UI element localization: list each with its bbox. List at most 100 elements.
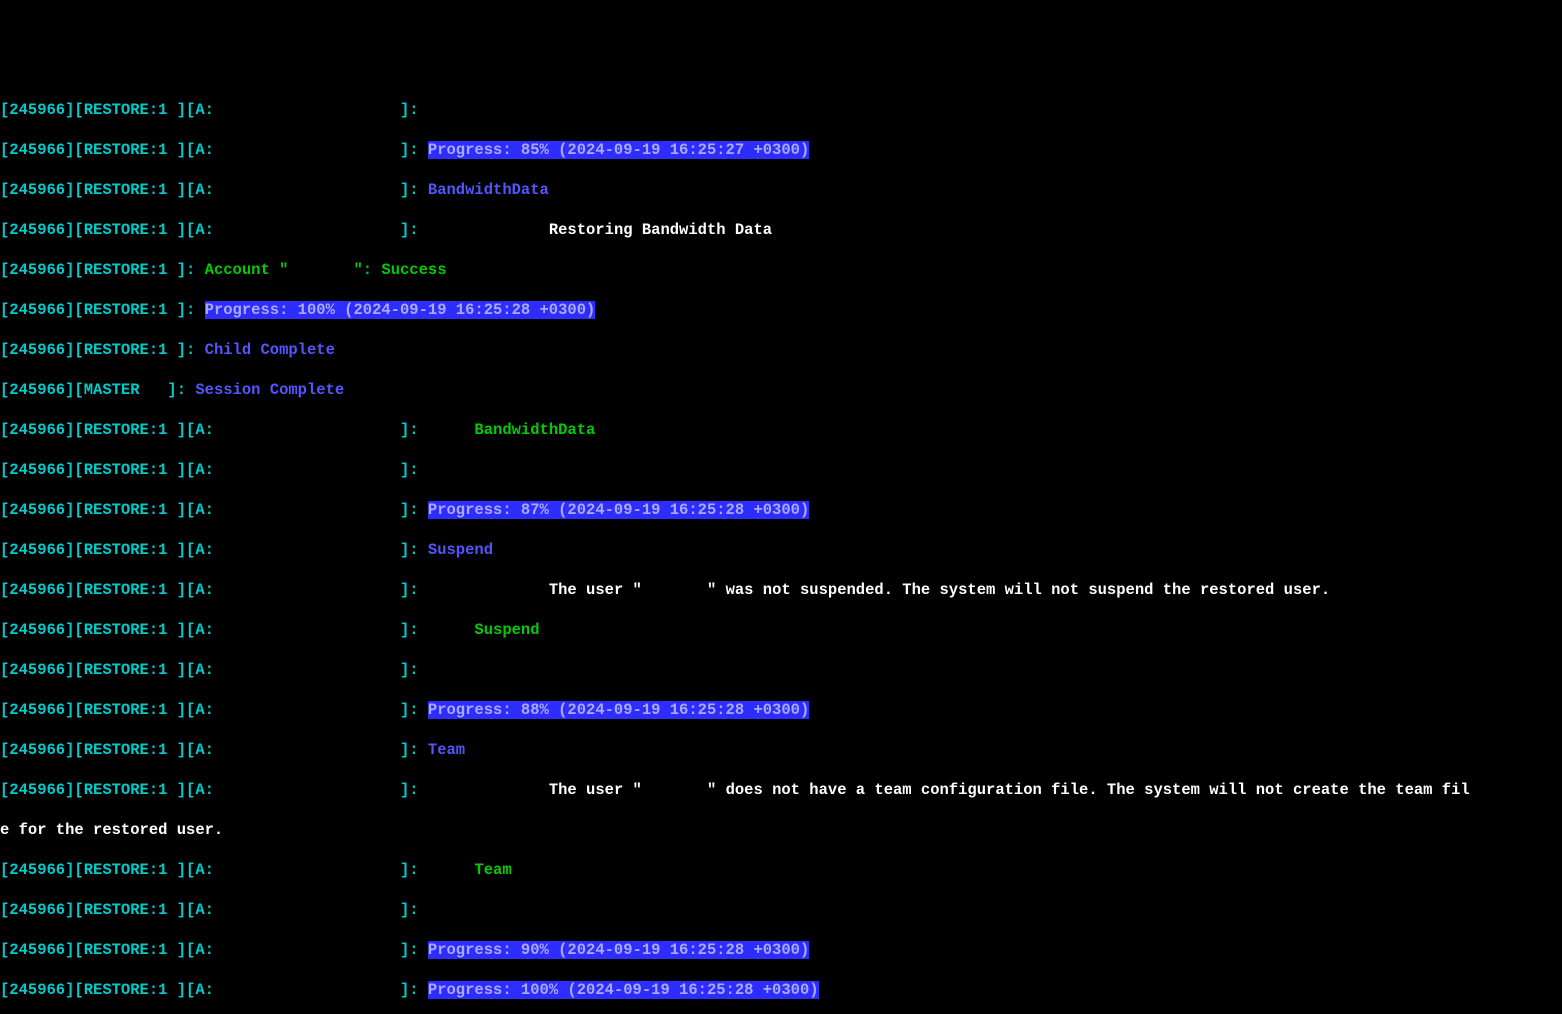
restore-tag: [RESTORE:1 ]: [74, 861, 186, 879]
account-bracket: [A: ]: [186, 941, 409, 959]
log-line: [245966][RESTORE:1 ][A: ]: BandwidthData: [0, 420, 1562, 440]
pid-tag: [245966]: [0, 141, 74, 159]
account-bracket: [A: ]: [186, 701, 409, 719]
restore-tag: [RESTORE:1 ]: [74, 621, 186, 639]
restore-tag: [RESTORE:1 ]: [74, 581, 186, 599]
log-line: [245966][RESTORE:1 ][A: ]: Restoring Ban…: [0, 220, 1562, 240]
log-line: [245966][RESTORE:1 ][A: ]: Team: [0, 860, 1562, 880]
log-line: [245966][RESTORE:1 ][A: ]: The user " " …: [0, 580, 1562, 600]
log-line: [245966][RESTORE:1 ]: Child Complete: [0, 340, 1562, 360]
log-line: [245966][RESTORE:1 ][A: ]:: [0, 900, 1562, 920]
colon: :: [186, 301, 205, 319]
suspend-message-post: " was not suspended. The system will not…: [707, 581, 1330, 599]
account-success-pre: Account ": [205, 261, 289, 279]
pid-tag: [245966]: [0, 981, 74, 999]
restore-tag: [RESTORE:1 ]: [74, 301, 186, 319]
account-success-post: ": Success: [354, 261, 447, 279]
progress-text: Progress: 88% (2024-09-19 16:25:28 +0300…: [428, 701, 809, 719]
log-line: [245966][RESTORE:1 ][A: ]:: [0, 100, 1562, 120]
account-bracket: [A: ]: [186, 101, 409, 119]
colon: :: [186, 341, 205, 359]
pid-tag: [245966]: [0, 781, 74, 799]
stage-label: Suspend: [428, 541, 493, 559]
pid-tag: [245966]: [0, 701, 74, 719]
colon: :: [409, 461, 428, 479]
pid-tag: [245966]: [0, 661, 74, 679]
restore-tag: [RESTORE:1 ]: [74, 461, 186, 479]
pid-tag: [245966]: [0, 461, 74, 479]
colon: :: [409, 581, 428, 599]
pid-tag: [245966]: [0, 421, 74, 439]
log-line: [245966][RESTORE:1 ][A: ]:: [0, 460, 1562, 480]
account-bracket: [A: ]: [186, 741, 409, 759]
colon: :: [409, 781, 428, 799]
log-line: [245966][RESTORE:1 ]: Progress: 100% (20…: [0, 300, 1562, 320]
colon: :: [409, 141, 428, 159]
colon: :: [409, 861, 428, 879]
colon: :: [177, 381, 196, 399]
restore-tag: [RESTORE:1 ]: [74, 141, 186, 159]
pid-tag: [245966]: [0, 741, 74, 759]
pid-tag: [245966]: [0, 901, 74, 919]
pid-tag: [245966]: [0, 941, 74, 959]
restore-tag: [RESTORE:1 ]: [74, 541, 186, 559]
log-line: [245966][RESTORE:1 ][A: ]: Suspend: [0, 540, 1562, 560]
restore-tag: [RESTORE:1 ]: [74, 701, 186, 719]
account-bracket: [A: ]: [186, 661, 409, 679]
colon: :: [409, 541, 428, 559]
redacted-user: [642, 581, 707, 599]
pid-tag: [245966]: [0, 301, 74, 319]
log-line: [245966][RESTORE:1 ][A: ]: Progress: 88%…: [0, 700, 1562, 720]
account-bracket: [A: ]: [186, 981, 409, 999]
account-bracket: [A: ]: [186, 501, 409, 519]
log-line: [245966][RESTORE:1 ][A: ]: The user " " …: [0, 780, 1562, 800]
colon: :: [409, 981, 428, 999]
pid-tag: [245966]: [0, 381, 74, 399]
restore-tag: [RESTORE:1 ]: [74, 101, 186, 119]
stage-label: BandwidthData: [428, 181, 549, 199]
restore-tag: [RESTORE:1 ]: [74, 741, 186, 759]
pid-tag: [245966]: [0, 221, 74, 239]
restore-tag: [RESTORE:1 ]: [74, 501, 186, 519]
colon: :: [409, 221, 428, 239]
log-line: [245966][RESTORE:1 ][A: ]: Team: [0, 740, 1562, 760]
pid-tag: [245966]: [0, 261, 74, 279]
progress-text: Progress: 100% (2024-09-19 16:25:28 +030…: [428, 981, 819, 999]
team-message-post: " does not have a team configuration fil…: [707, 781, 1470, 799]
terminal-output: [245966][RESTORE:1 ][A: ]: [245966][REST…: [0, 80, 1562, 1014]
log-line: [245966][RESTORE:1 ][A: ]:: [0, 660, 1562, 680]
team-message-wrap: e for the restored user.: [0, 821, 223, 839]
stage-message: Restoring Bandwidth Data: [549, 221, 772, 239]
log-line-wrap: e for the restored user.: [0, 820, 1562, 840]
account-bracket: [A: ]: [186, 421, 409, 439]
account-bracket: [A: ]: [186, 901, 409, 919]
log-line: [245966][RESTORE:1 ][A: ]: BandwidthData: [0, 180, 1562, 200]
progress-text: Progress: 87% (2024-09-19 16:25:28 +0300…: [428, 501, 809, 519]
pid-tag: [245966]: [0, 541, 74, 559]
restore-tag: [RESTORE:1 ]: [74, 181, 186, 199]
account-bracket: [A: ]: [186, 541, 409, 559]
colon: :: [409, 421, 428, 439]
suspend-message-pre: The user ": [549, 581, 642, 599]
account-bracket: [A: ]: [186, 221, 409, 239]
stage-done: BandwidthData: [474, 421, 595, 439]
progress-text: Progress: 90% (2024-09-19 16:25:28 +0300…: [428, 941, 809, 959]
colon: :: [409, 501, 428, 519]
account-bracket: [A: ]: [186, 621, 409, 639]
master-tag: [MASTER ]: [74, 381, 176, 399]
colon: :: [409, 101, 428, 119]
colon: :: [409, 621, 428, 639]
progress-text: Progress: 100% (2024-09-19 16:25:28 +030…: [205, 301, 596, 319]
colon: :: [409, 741, 428, 759]
pid-tag: [245966]: [0, 181, 74, 199]
pid-tag: [245966]: [0, 861, 74, 879]
redacted-user: [642, 781, 707, 799]
redacted-user: [288, 261, 353, 279]
log-line: [245966][MASTER ]: Session Complete: [0, 380, 1562, 400]
colon: :: [409, 661, 428, 679]
stage-done: Suspend: [474, 621, 539, 639]
child-complete: Child Complete: [205, 341, 335, 359]
log-line: [245966][RESTORE:1 ][A: ]: Progress: 85%…: [0, 140, 1562, 160]
restore-tag: [RESTORE:1 ]: [74, 781, 186, 799]
restore-tag: [RESTORE:1 ]: [74, 901, 186, 919]
